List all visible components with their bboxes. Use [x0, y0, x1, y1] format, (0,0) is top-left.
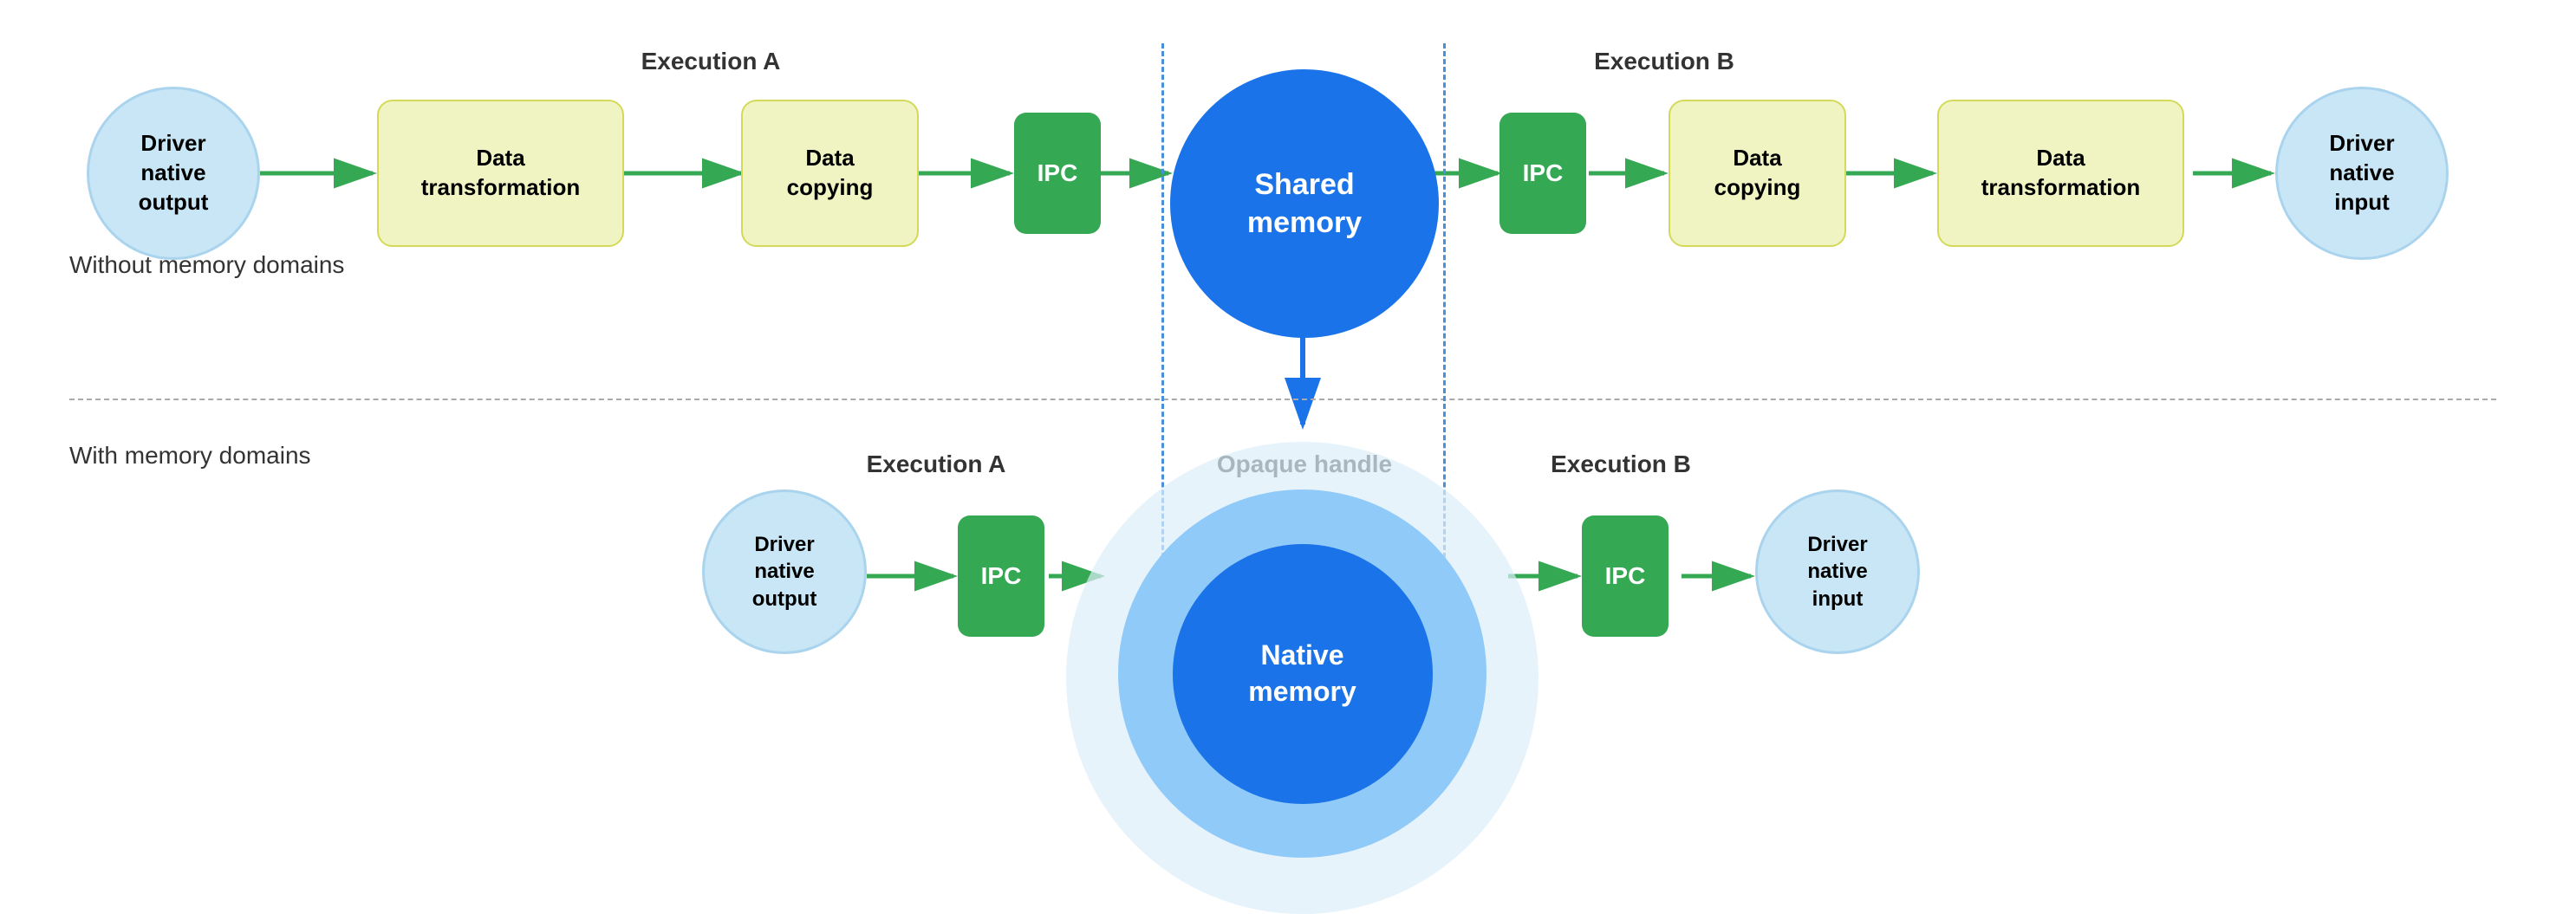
- ipc-left-bottom: IPC: [958, 515, 1044, 637]
- data-copying-right: Data copying: [1669, 100, 1846, 247]
- driver-native-output-top: Driver native output: [87, 87, 260, 260]
- section-divider: [69, 399, 2496, 400]
- ipc-right-top: IPC: [1499, 113, 1586, 234]
- driver-native-input-top: Driver native input: [2275, 87, 2449, 260]
- shared-memory: Shared memory: [1170, 69, 1439, 338]
- ipc-right-bottom: IPC: [1582, 515, 1669, 637]
- data-transformation-left: Data transformation: [377, 100, 624, 247]
- driver-native-output-bottom: Driver native output: [702, 489, 867, 654]
- data-transformation-right: Data transformation: [1937, 100, 2184, 247]
- without-memory-domains-label: Without memory domains: [69, 251, 344, 279]
- exec-a-label-bottom: Execution A: [806, 451, 1066, 478]
- driver-native-input-bottom: Driver native input: [1755, 489, 1920, 654]
- exec-b-label-top: Execution B: [1491, 48, 1838, 75]
- exec-a-label-top: Execution A: [537, 48, 884, 75]
- data-copying-left: Data copying: [741, 100, 919, 247]
- ipc-left-top: IPC: [1014, 113, 1101, 234]
- with-memory-domains-label: With memory domains: [69, 442, 311, 470]
- exec-b-label-bottom: Execution B: [1491, 451, 1751, 478]
- diagram-container: Without memory domains With memory domai…: [0, 0, 2576, 795]
- native-memory: Native memory: [1118, 489, 1486, 858]
